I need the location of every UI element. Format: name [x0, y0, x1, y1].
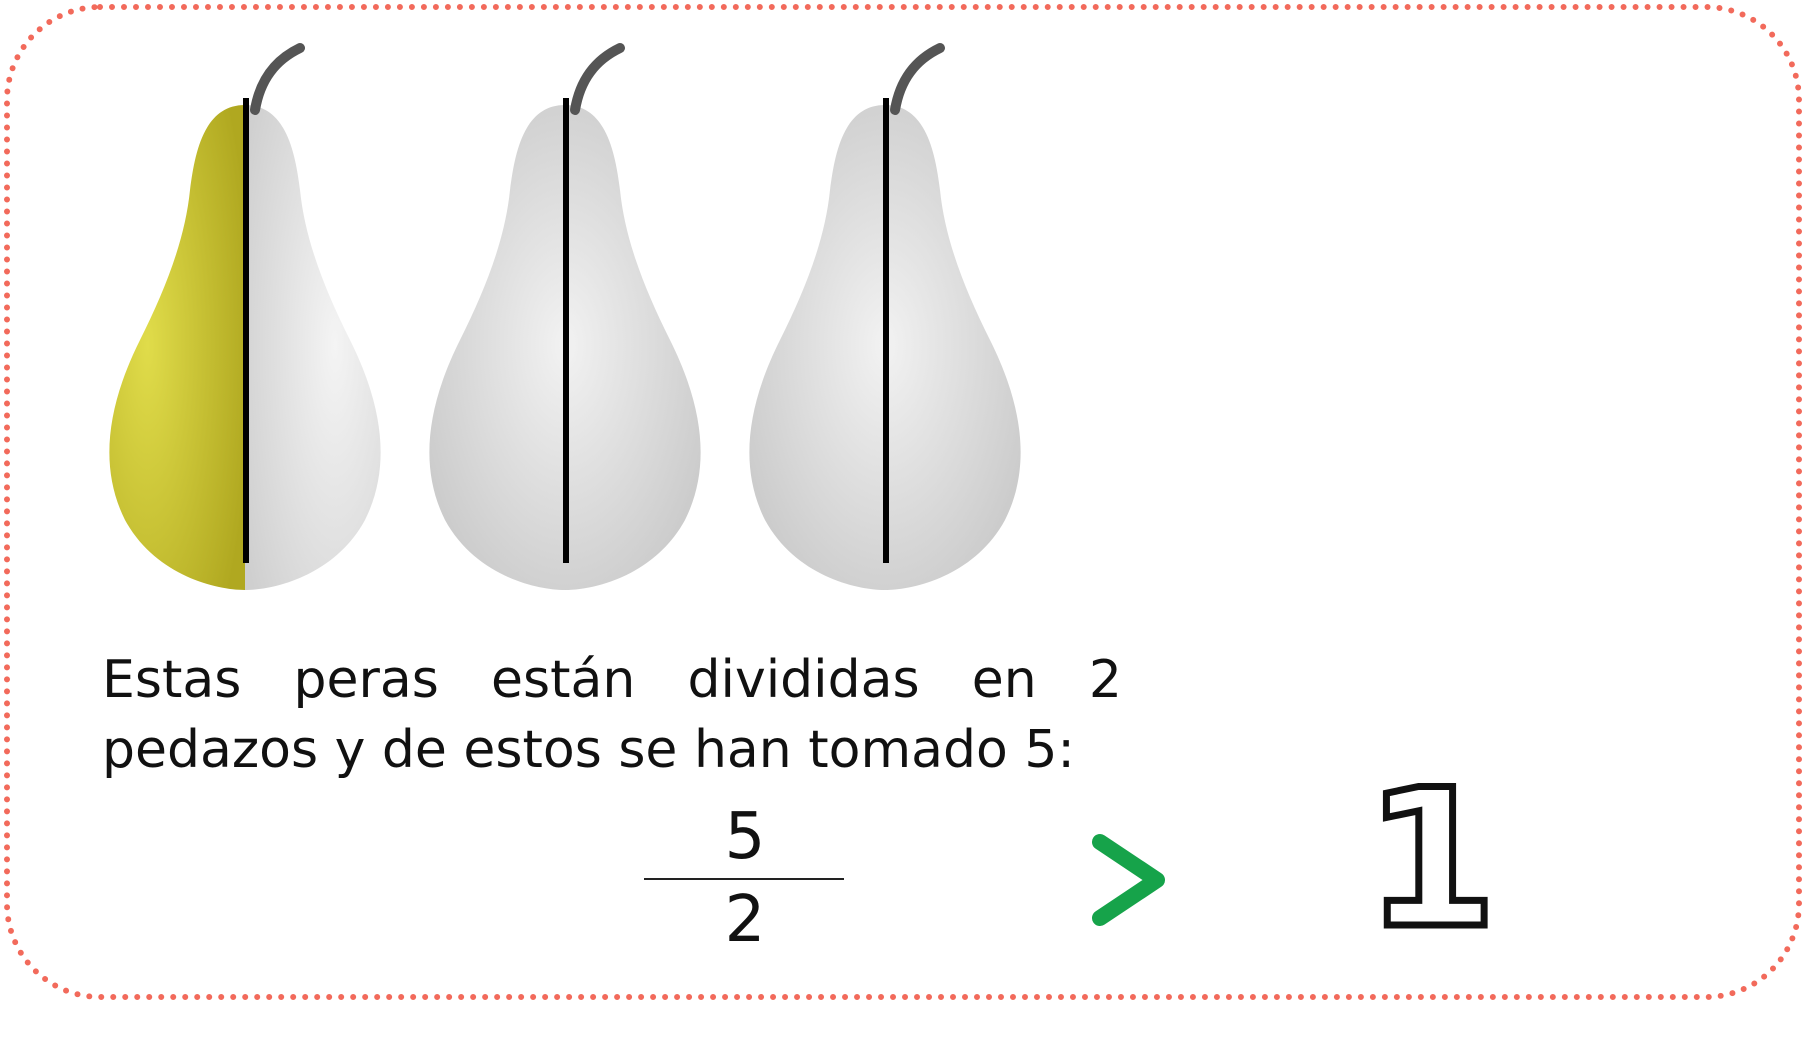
fraction-denominator: 2	[724, 883, 766, 957]
pear-3	[735, 40, 1035, 595]
pear-1	[95, 40, 395, 595]
pear-3-image	[749, 43, 1021, 590]
pear-row	[95, 40, 1115, 595]
pear-2-image	[429, 43, 701, 590]
greater-than-icon	[1085, 830, 1175, 930]
statement-line-1: Estas peras están divididas en 2	[102, 650, 1122, 710]
comparison-value: 1	[1362, 749, 1501, 970]
fraction: 5 2	[640, 800, 850, 960]
problem-statement: Estas peras están divididas en 2 pedazos…	[102, 645, 1122, 785]
fraction-bar	[644, 878, 844, 880]
pear-2	[415, 40, 715, 595]
statement-line-2: pedazos y de estos se han tomado 5:	[102, 720, 1075, 780]
fraction-numerator: 5	[724, 800, 766, 874]
pear-1-image	[109, 43, 381, 590]
